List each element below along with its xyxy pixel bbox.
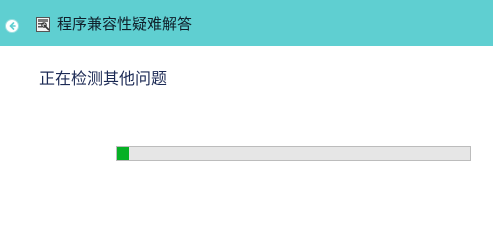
progress-bar-fill: [117, 147, 129, 160]
back-arrow-icon[interactable]: [5, 19, 19, 33]
troubleshooter-window: 程序兼容性疑难解答 正在检测其他问题: [0, 0, 493, 240]
progress-bar: [116, 146, 471, 161]
title-bar: 程序兼容性疑难解答: [0, 0, 493, 46]
window-title: 程序兼容性疑难解答: [57, 15, 193, 33]
troubleshooter-icon: [36, 17, 50, 32]
status-message: 正在检测其他问题: [39, 69, 168, 88]
